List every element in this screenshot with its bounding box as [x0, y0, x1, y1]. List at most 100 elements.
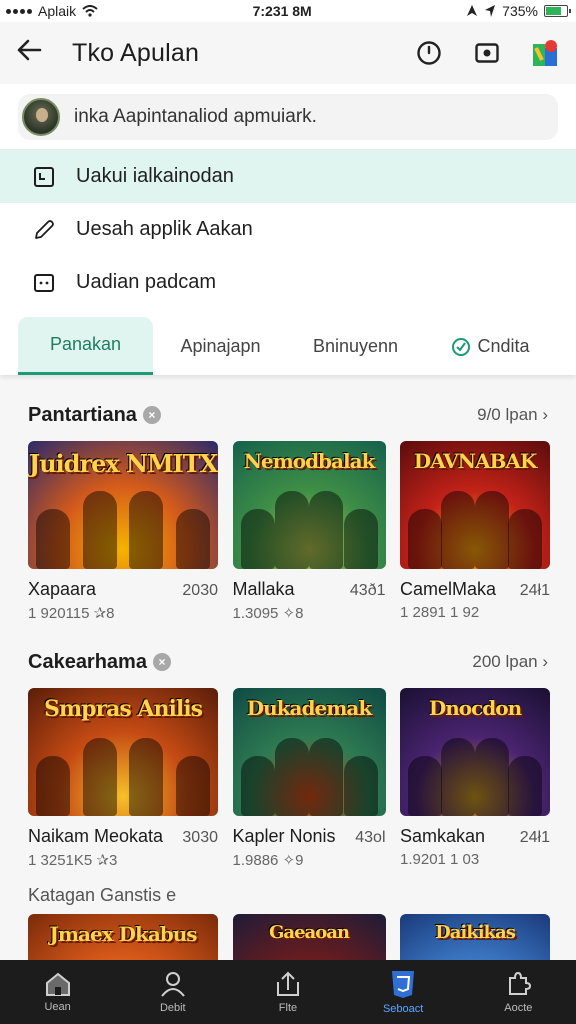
game-count: 24ł1 [519, 829, 550, 846]
game-thumbnail: Dnocdon [400, 688, 550, 816]
battery-percent: 735% [502, 3, 538, 19]
menu-item-edit[interactable]: Uesah applik Aakan [0, 203, 576, 256]
nav-item-files[interactable]: Flte [248, 970, 328, 1014]
character-figure [508, 509, 542, 569]
game-name: Xapaara [28, 579, 97, 599]
store-button[interactable] [530, 38, 560, 68]
status-right: 735% [466, 3, 571, 19]
tab-label: Apinajapn [180, 335, 261, 356]
card-meta: Xapaara 2030 [28, 579, 218, 600]
thumbnail-title: Dnocdon [428, 696, 522, 720]
person-icon [160, 972, 185, 997]
card-row: Jmaex Dkabus Gaeaoan Daikikas [0, 914, 576, 966]
game-card[interactable]: DAVNABAK CamelMaka 24ł1 1 2891 1 92 [400, 441, 550, 622]
back-button[interactable] [16, 37, 56, 69]
game-count: 24ł1 [519, 582, 550, 599]
search-row: inka Aapintanaliod apmuiark. [0, 84, 576, 150]
status-bar: Aplaik 7:231 8M 735% [0, 0, 576, 22]
character-figure [274, 491, 309, 569]
game-downloads: 1.9201 1 03 [400, 851, 480, 868]
home-icon [45, 972, 70, 996]
thumbnail-title: Smpras Anilis [44, 696, 203, 722]
character-figure [441, 491, 476, 569]
game-thumbnail: Gaeaoan [232, 914, 386, 966]
game-card[interactable]: Dukademak Kapler Nonis 43ol 1.9886 ✧9 [232, 688, 386, 869]
game-card[interactable]: Nemodbalak Mallaka 43ð1 1.3095 ✧8 [232, 441, 386, 622]
menu-item-library[interactable]: Uadian padcam [0, 256, 576, 309]
character-figure [82, 738, 117, 816]
game-thumbnail: Smpras Anilis [28, 688, 218, 816]
nav-item-home[interactable]: Uean [18, 971, 98, 1013]
character-figure [408, 756, 442, 816]
see-more-link[interactable]: 9/0 lpan › [477, 405, 548, 425]
game-name: CamelMaka [400, 579, 497, 599]
character-figure [129, 491, 164, 569]
wifi-icon [82, 5, 98, 17]
character-figure [441, 738, 476, 816]
tab-panakan[interactable]: Panakan [18, 317, 153, 375]
tab-label: Panakan [49, 334, 122, 354]
game-card[interactable]: Juidrex NMITX Xapaara 2030 1 920115 ✰8 [28, 441, 218, 622]
upload-icon [276, 971, 299, 996]
character-figure [240, 509, 275, 569]
tab-cndita[interactable]: Cndita [423, 317, 558, 375]
tab-bar: Panakan Apinajapn Bninuyenn Cndita [0, 317, 576, 375]
game-card[interactable]: Gaeaoan [232, 914, 386, 966]
section-title: Cakearhama × [28, 651, 171, 674]
record-icon [475, 43, 499, 63]
thumbnail-title: Juidrex NMITX [28, 449, 218, 478]
game-downloads: 1.9886 ✧9 [232, 852, 304, 869]
search-input[interactable]: inka Aapintanaliod apmuiark. [18, 93, 558, 140]
game-count: 43ð1 [349, 582, 386, 599]
calendar-icon [32, 165, 56, 189]
timer-button[interactable] [414, 38, 444, 68]
nav-item-select[interactable]: Seboact [363, 969, 443, 1015]
battery-icon [543, 5, 571, 17]
tab-bninuyenn[interactable]: Bninuyenn [288, 317, 423, 375]
tab-label: Bninuyenn [312, 335, 399, 356]
nav-label: Aocte [504, 1002, 533, 1014]
tab-label: Cndita [477, 335, 530, 356]
carrier-name: Aplaik [38, 3, 77, 19]
location-icon [485, 5, 496, 17]
app-bar: Tko Apulan [0, 22, 576, 84]
character-figure [129, 738, 164, 816]
arrow-left-icon [17, 39, 42, 61]
game-card[interactable]: Daikikas [400, 914, 550, 966]
tab-apinajapn[interactable]: Apinajapn [153, 317, 288, 375]
game-card[interactable]: Smpras Anilis Naikam Meokata 3030 1 3251… [28, 688, 218, 869]
thumbnail-title: DAVNABAK [413, 449, 538, 473]
see-more-link[interactable]: 200 lpan › [472, 652, 548, 672]
store-logo-icon [533, 40, 557, 66]
game-card[interactable]: Jmaex Dkabus [28, 914, 218, 966]
timer-icon [417, 41, 441, 65]
game-thumbnail: DAVNABAK [400, 441, 550, 569]
game-name: Naikam Meokata [28, 826, 164, 846]
info-icon[interactable]: × [142, 406, 161, 424]
character-figure [309, 738, 344, 816]
nav-label: Debit [159, 1002, 186, 1014]
info-icon[interactable]: × [152, 653, 171, 671]
nav-label: Flte [278, 1002, 298, 1014]
game-downloads: 1 3251K5 ✰3 [28, 852, 118, 869]
game-card[interactable]: Dnocdon Samkakan 24ł1 1.9201 1 03 [400, 688, 550, 869]
character-figure [176, 756, 210, 816]
bottom-navigation: Uean Debit Flte Seboact Aocte [0, 960, 576, 1024]
search-placeholder: inka Aapintanaliod apmuiark. [74, 105, 317, 127]
nav-item-apps[interactable]: Aocte [478, 970, 558, 1014]
game-count: 2030 [182, 582, 218, 599]
section-title: Katagan Ganstis e [28, 885, 177, 905]
nav-item-profile[interactable]: Debit [133, 970, 213, 1014]
check-circle-icon [452, 338, 471, 356]
record-button[interactable] [472, 38, 502, 68]
avatar[interactable] [22, 97, 60, 136]
thumbnail-title: Gaeaoan [269, 922, 350, 943]
thumbnail-title: Nemodbalak [243, 449, 376, 473]
character-figure [343, 756, 378, 816]
menu-item-schedule[interactable]: Uakui ialkainodan [0, 150, 576, 203]
section-title-text: Cakearhama [28, 650, 147, 673]
character-figure [474, 491, 509, 569]
card-meta: CamelMaka 24ł1 [400, 579, 550, 600]
section-header: Pantartiana × 9/0 lpan › [0, 395, 576, 435]
character-figure [176, 509, 210, 569]
